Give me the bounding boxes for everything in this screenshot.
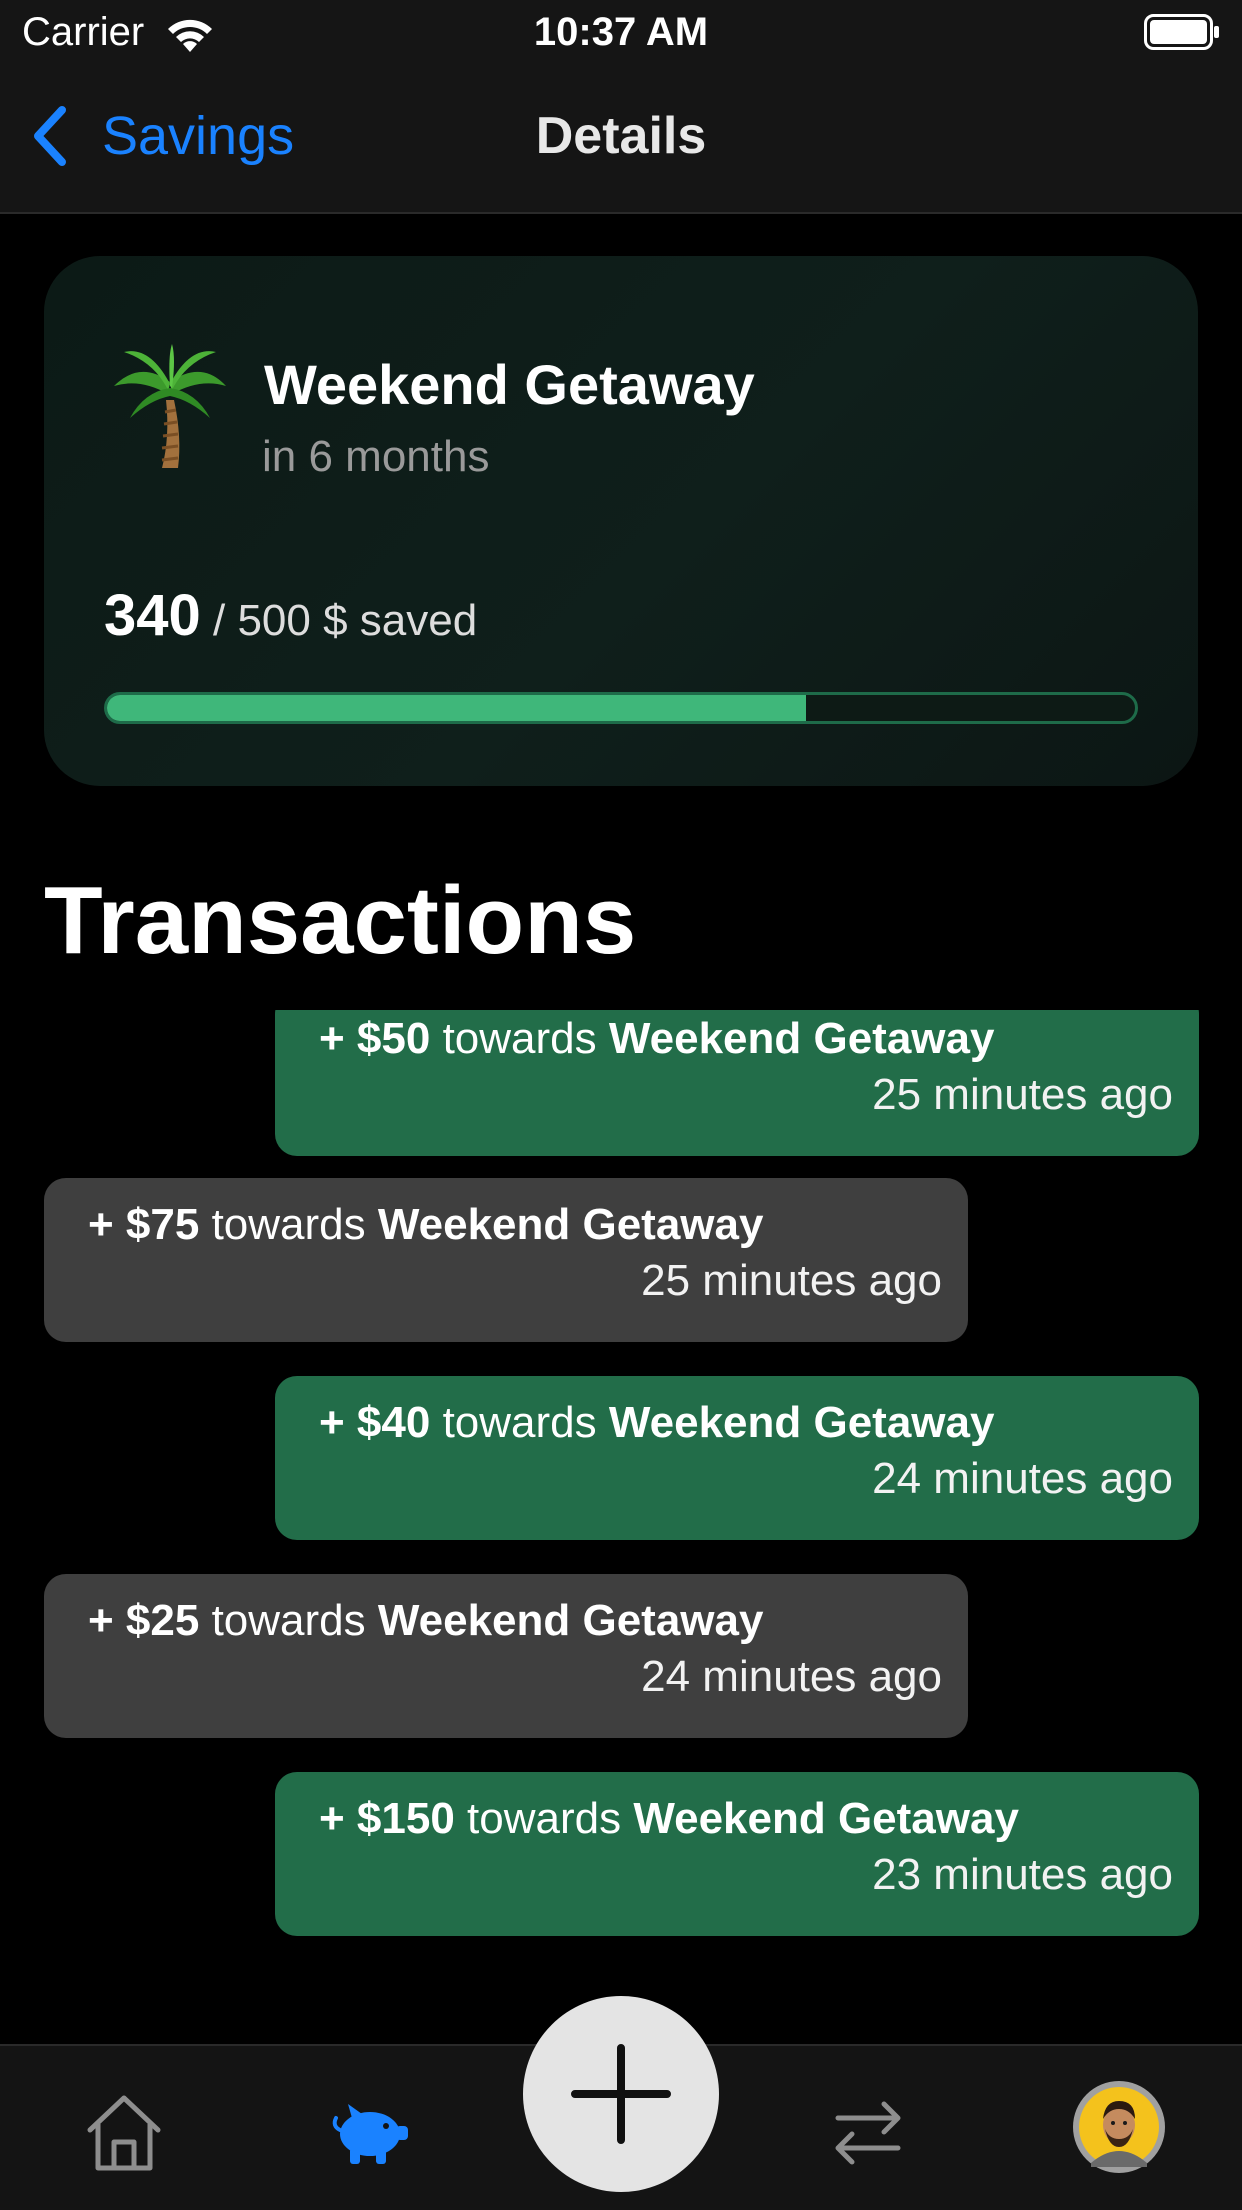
goal-timeframe: in 6 months	[262, 432, 490, 481]
piggy-bank-icon[interactable]	[330, 2090, 414, 2174]
goal-card: Weekend Getaway in 6 months 340 / 500 $ …	[44, 256, 1198, 786]
transaction-time: 25 minutes ago	[641, 1256, 942, 1305]
transaction-connector: towards	[211, 1200, 366, 1249]
transactions-list: + $50 towards Weekend Getaway 25 minutes …	[0, 1010, 1242, 2042]
transaction-goal: Weekend Getaway	[633, 1794, 1019, 1843]
transactions-heading: Transactions	[44, 867, 637, 974]
transaction-description: + $25 towards Weekend Getaway	[88, 1596, 942, 1646]
transaction-amount: + $50	[319, 1014, 431, 1063]
goal-name: Weekend Getaway	[264, 353, 755, 416]
page-title: Details	[535, 107, 707, 165]
transaction-description: + $150 towards Weekend Getaway	[319, 1794, 1173, 1844]
transfer-arrows-icon[interactable]	[826, 2090, 910, 2174]
transaction-item[interactable]: + $150 towards Weekend Getaway 23 minutes…	[275, 1772, 1199, 1936]
savings-progress-bar	[104, 692, 1138, 724]
savings-progress-fill	[107, 695, 807, 721]
avatar-image	[1079, 2087, 1159, 2167]
palm-tree-icon	[114, 344, 226, 468]
transaction-connector: towards	[211, 1596, 366, 1645]
transaction-connector: towards	[442, 1398, 597, 1447]
transaction-goal: Weekend Getaway	[608, 1398, 995, 1447]
profile-avatar[interactable]	[1073, 2081, 1165, 2173]
transaction-amount: + $25	[88, 1596, 200, 1645]
transaction-connector: towards	[467, 1794, 622, 1843]
transaction-time: 24 minutes ago	[872, 1454, 1173, 1503]
transaction-connector: towards	[442, 1014, 597, 1063]
status-time: 10:37 AM	[533, 10, 709, 54]
transaction-item[interactable]: + $75 towards Weekend Getaway 25 minutes …	[44, 1178, 968, 1342]
transaction-description: + $40 towards Weekend Getaway	[319, 1398, 1173, 1448]
add-icon	[571, 2044, 671, 2144]
battery-icon	[1144, 14, 1219, 50]
goal-saved-summary: 340 / 500 $ saved	[104, 582, 477, 649]
transaction-goal: Weekend Getaway	[377, 1596, 764, 1645]
transaction-amount: + $40	[319, 1398, 431, 1447]
transaction-description: + $75 towards Weekend Getaway	[88, 1200, 942, 1250]
add-transaction-button[interactable]	[523, 1996, 719, 2192]
transaction-item[interactable]: + $40 towards Weekend Getaway 24 minutes …	[275, 1376, 1199, 1540]
transaction-time: 24 minutes ago	[641, 1652, 942, 1701]
saved-amount: 340	[104, 583, 201, 648]
transaction-item[interactable]: + $50 towards Weekend Getaway 25 minutes …	[275, 1010, 1199, 1156]
transaction-description: + $50 towards Weekend Getaway	[319, 1014, 1173, 1064]
transaction-amount: + $75	[88, 1200, 200, 1249]
saved-target-label: / 500 $ saved	[213, 596, 478, 645]
transaction-item[interactable]: + $25 towards Weekend Getaway 24 minutes …	[44, 1574, 968, 1738]
transaction-amount: + $150	[319, 1794, 455, 1843]
navigation-bar: Savings Details	[0, 66, 1242, 214]
transaction-time: 23 minutes ago	[872, 1850, 1173, 1899]
transaction-time: 25 minutes ago	[872, 1070, 1173, 1119]
transaction-goal: Weekend Getaway	[377, 1200, 764, 1249]
home-icon[interactable]	[82, 2090, 166, 2174]
status-bar: Carrier 10:37 AM	[0, 0, 1242, 66]
transaction-goal: Weekend Getaway	[608, 1014, 995, 1063]
